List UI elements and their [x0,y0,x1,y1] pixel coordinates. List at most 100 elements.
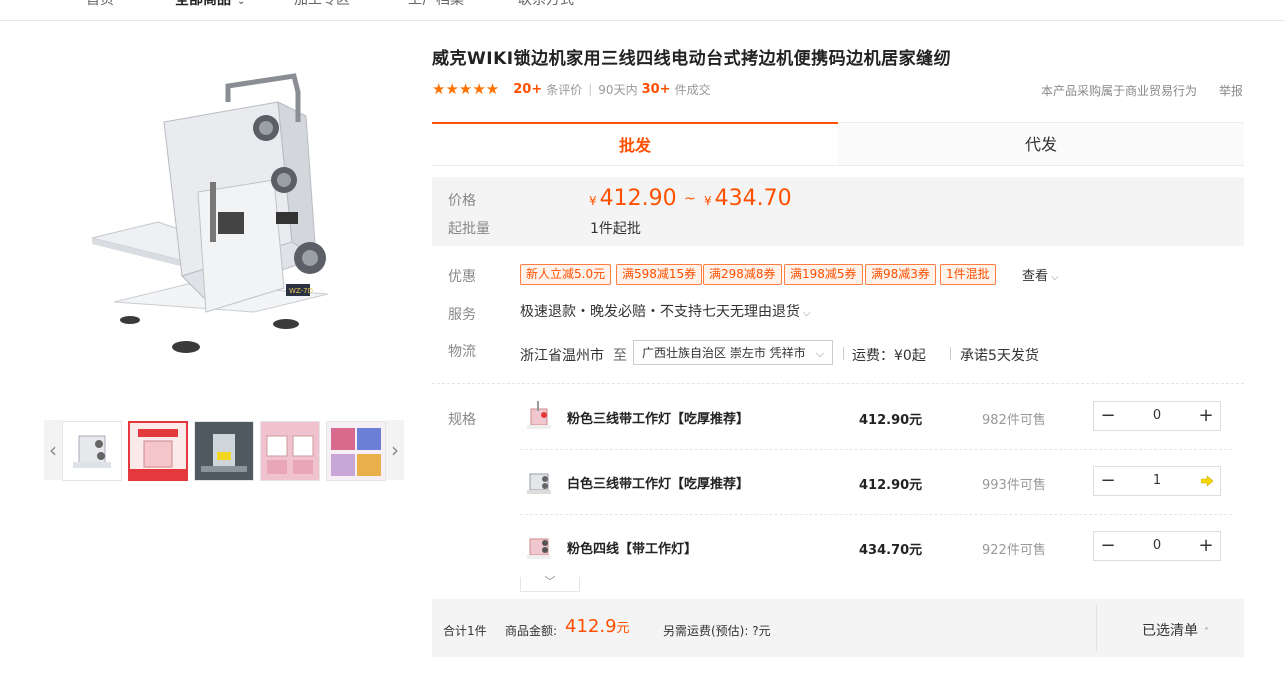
sku-price: 434.70元 [859,543,923,558]
purchase-tabs: 批发 代发 [432,122,1244,166]
review-count[interactable]: 20+ [513,82,542,97]
thumb-next-button[interactable]: › [386,420,404,480]
thumbnail-2[interactable] [128,421,188,481]
sku-price: 412.90元 [859,413,923,428]
sku-name: 粉色四线【带工作灯】 [567,542,698,557]
trade-note: 本产品采购属于商业贸易行为 [1041,84,1198,98]
promo-label: 优惠 [448,269,476,285]
service-guarantees[interactable]: 极速退款・晚发必赔・不支持七天无理由退货 ⌵ [520,301,811,321]
moq-value: 1件起批 [590,221,641,237]
product-main-image[interactable]: WZ-7D [78,62,354,362]
quantity-input[interactable]: 0 [1124,402,1190,430]
sales-period: 90天内 [598,82,638,97]
promo-tag[interactable]: 满198减5券 [784,264,863,285]
product-title: 威克WIKI锁边机家用三线四线电动台式拷边机便携码边机居家缝纫 [432,49,952,69]
promo-tag[interactable]: 满98减3券 [865,264,936,285]
nav-item-factory[interactable]: 工厂档案 [408,0,464,9]
increment-button[interactable]: + [1192,532,1220,560]
chevron-left-icon: ‹ [49,438,57,462]
chevron-down-icon: ⌵ [803,308,811,319]
moq-label: 起批量 [448,221,490,237]
svg-text:WZ-7D: WZ-7D [289,287,313,295]
decrement-button[interactable]: − [1094,402,1122,430]
sales-label: 件成交 [674,82,711,97]
total-amount: 412.9元 [565,616,630,637]
sku-name: 粉色三线带工作灯【吃厚推荐】 [567,412,750,427]
promo-view-more[interactable]: 查看 ⌵ [1022,265,1059,284]
price-label: 价格 [448,193,476,209]
section-divider [432,383,1244,384]
report-link[interactable]: 举报 [1219,82,1243,99]
chevron-down-icon: ⌵ [815,347,824,360]
pointer-cursor-icon [1201,476,1213,486]
currency-symbol: ¥ [589,194,597,208]
ship-origin: 浙江省温州市 [520,348,604,364]
amount-label: 商品金额: [505,624,558,638]
sku-label: 规格 [448,412,476,428]
sku-stock: 993件可售 [982,478,1046,493]
destination-select[interactable]: 广西壮族自治区 崇左市 凭祥市 ⌵ [633,340,833,365]
review-label: 条评价 [546,82,583,97]
thumbnail-3[interactable] [194,421,254,481]
price-min-value: 412.90 [599,186,677,211]
divider [1096,605,1097,651]
service-label: 服务 [448,307,476,323]
service-text: 极速退款・晚发必赔・不支持七天无理由退货 [520,304,800,320]
quantity-stepper: − 0 + [1093,531,1221,561]
quantity-input[interactable]: 0 [1124,532,1190,560]
sku-thumbnail [527,473,551,494]
nav-item-all-products[interactable]: 全部商品 ⌄ [175,0,245,9]
chevron-down-icon: ﹀ [544,575,556,588]
sku-thumbnail [527,538,551,559]
quantity-input[interactable]: 1 [1124,467,1190,495]
tab-wholesale[interactable]: 批发 [432,122,838,166]
price-panel: 价格 ¥412.90 ~ ¥434.70 起批量 1件起批 [432,177,1244,246]
decrement-button[interactable]: − [1094,467,1122,495]
promo-tag[interactable]: 1件混批 [940,264,996,285]
promo-tag[interactable]: 新人立减5.0元 [520,264,612,285]
chevron-up-icon: ˄ [1204,627,1209,638]
sku-row: 粉色三线带工作灯【吃厚推荐】 412.90元 982件可售 − 0 + [520,385,1232,450]
destination-value: 广西壮族自治区 崇左市 凭祥市 [642,346,806,360]
price-max: ¥434.70 [704,186,792,211]
divider: | [588,82,593,96]
sku-price: 412.90元 [859,478,923,493]
increment-button[interactable]: + [1192,402,1220,430]
total-amount-value: 412.9 [565,616,617,637]
thumbnail-1[interactable] [62,421,122,481]
nav-item-contact[interactable]: 联系方式 [518,0,574,9]
sku-stock: 982件可售 [982,413,1046,428]
total-amount-unit: 元 [616,621,630,636]
star-rating-icon: ★★★★★ [432,80,500,98]
promo-tag[interactable]: 满598减15券 [616,264,703,285]
thumbnail-5[interactable] [326,421,386,481]
divider [843,347,844,360]
thumbnail-4[interactable] [260,421,320,481]
divider [950,347,951,360]
selected-list-label: 已选清单 [1142,623,1198,639]
tab-dropship[interactable]: 代发 [838,122,1244,165]
order-summary-bar: 合计1件 商品金额: 412.9元 另需运费(预估): ?元 已选清单 ˄ [432,599,1244,657]
sku-thumbnail [527,401,551,429]
quantity-stepper: − 1 + [1093,466,1221,496]
promo-tag[interactable]: 满298减8券 [703,264,782,285]
price-max-value: 434.70 [714,186,792,211]
ship-to-label: 至 [613,348,627,364]
nav-item-label: 全部商品 [175,0,231,8]
sales-count: 30+ [641,81,671,97]
decrement-button[interactable]: − [1094,532,1122,560]
sku-expand-button[interactable]: ﹀ [520,575,580,592]
nav-item-home[interactable]: 首页 [86,0,114,9]
logistics-label: 物流 [448,344,476,360]
price-range-separator: ~ [684,191,696,207]
sku-name: 白色三线带工作灯【吃厚推荐】 [567,477,750,492]
nav-item-processing[interactable]: 加工专区 [294,0,350,9]
shipping-fee: 运费：¥0起 [852,348,926,364]
selected-list-button[interactable]: 已选清单 ˄ [1142,620,1209,640]
sku-row: 白色三线带工作灯【吃厚推荐】 412.90元 993件可售 − 1 + [520,450,1232,515]
sku-stock: 922件可售 [982,543,1046,558]
thumb-prev-button[interactable]: ‹ [44,420,62,480]
total-items: 合计1件 [443,624,487,638]
price-min: ¥412.90 [589,186,677,211]
chevron-right-icon: › [391,438,399,462]
